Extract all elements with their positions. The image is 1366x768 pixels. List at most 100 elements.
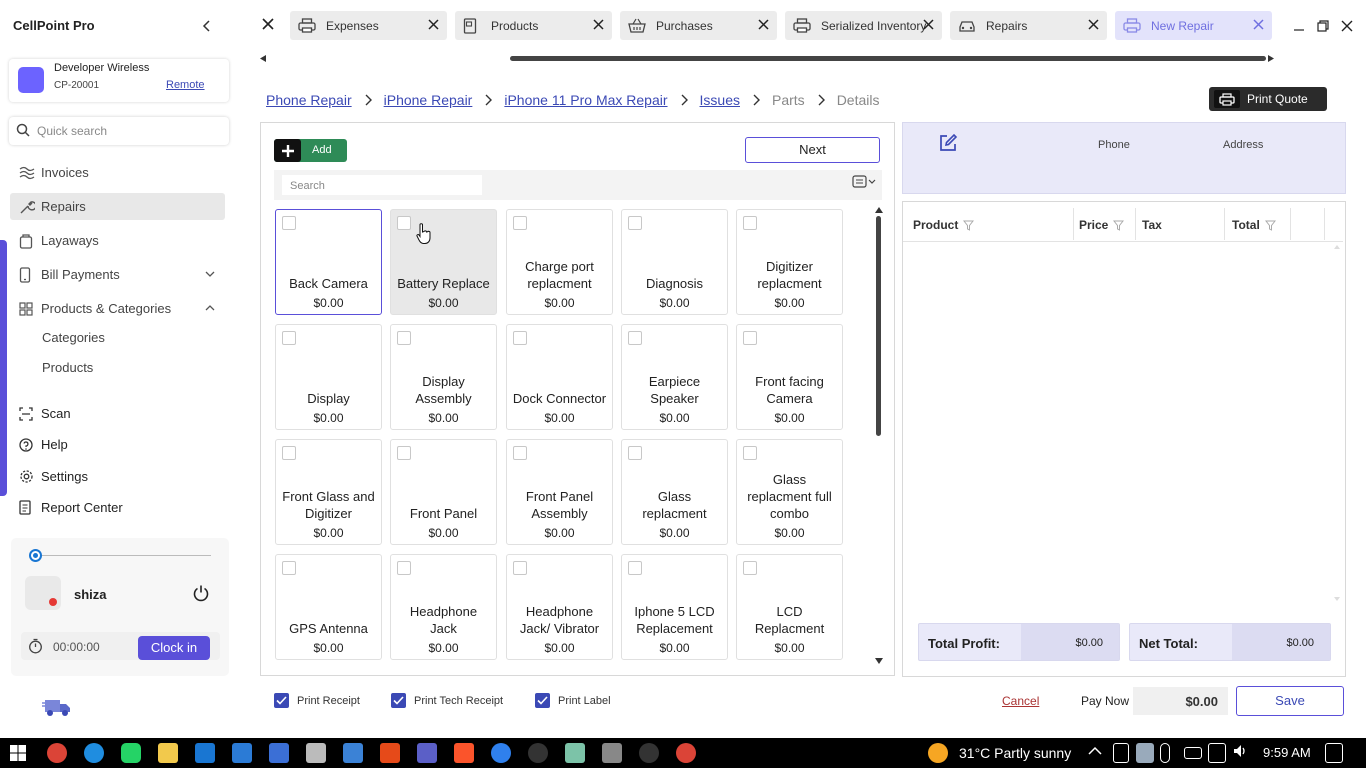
tab-purchases[interactable]: Purchases: [620, 11, 777, 40]
issue-checkbox[interactable]: [743, 216, 757, 230]
sidebar-item-repairs[interactable]: Repairs: [10, 193, 225, 220]
tab-products[interactable]: Products: [455, 11, 612, 40]
clock-in-button[interactable]: Clock in: [138, 636, 210, 660]
issue-card[interactable]: Front facing Camera $0.00: [736, 324, 843, 430]
table-scrollbar[interactable]: [1333, 244, 1341, 604]
onedrive-icon[interactable]: [1136, 743, 1154, 763]
notepad-icon[interactable]: [565, 743, 585, 763]
cellpoint-icon[interactable]: [269, 743, 289, 763]
add-button[interactable]: Add: [274, 139, 347, 162]
issue-card[interactable]: Diagnosis $0.00: [621, 209, 728, 315]
issue-checkbox[interactable]: [628, 446, 642, 460]
close-icon[interactable]: [262, 18, 274, 30]
calculator-icon[interactable]: [602, 743, 622, 763]
sidebar-item-invoices[interactable]: Invoices: [10, 159, 225, 186]
chrome-icon[interactable]: [676, 743, 696, 763]
close-icon[interactable]: [428, 19, 439, 30]
view-options-icon[interactable]: [852, 175, 878, 189]
issue-checkbox[interactable]: [397, 446, 411, 460]
issue-card[interactable]: Headphone Jack $0.00: [390, 554, 497, 660]
close-icon[interactable]: [593, 19, 604, 30]
close-icon[interactable]: [1088, 19, 1099, 30]
print-tech-receipt-checkbox[interactable]: Print Tech Receipt: [391, 693, 503, 708]
power-icon[interactable]: [192, 584, 210, 602]
close-icon[interactable]: [923, 19, 934, 30]
chevron-up-icon[interactable]: [1088, 746, 1104, 766]
column-header-price[interactable]: Price: [1079, 218, 1125, 232]
issue-checkbox[interactable]: [397, 216, 411, 230]
brave-icon[interactable]: [454, 743, 474, 763]
tab-serialized-inventory[interactable]: Serialized Inventory: [785, 11, 942, 40]
issue-checkbox[interactable]: [282, 331, 296, 345]
tab-expenses[interactable]: Expenses: [290, 11, 447, 40]
window-close-icon[interactable]: [1341, 20, 1353, 32]
account-card[interactable]: Developer Wireless CP-20001 Remote: [9, 59, 229, 102]
issue-checkbox[interactable]: [743, 446, 757, 460]
issue-card[interactable]: Front Panel $0.00: [390, 439, 497, 545]
app-icon[interactable]: [306, 743, 326, 763]
notifications-icon[interactable]: [1325, 743, 1343, 763]
issue-card[interactable]: Iphone 5 LCD Replacement $0.00: [621, 554, 728, 660]
issue-card[interactable]: Display Assembly $0.00: [390, 324, 497, 430]
issue-card[interactable]: Battery Replace $0.00: [390, 209, 497, 315]
issue-card[interactable]: Headphone Jack/ Vibrator $0.00: [506, 554, 613, 660]
windows-start-icon[interactable]: [8, 743, 28, 763]
issue-card[interactable]: Front Panel Assembly $0.00: [506, 439, 613, 545]
next-button[interactable]: Next: [745, 137, 880, 163]
tab-new-repair[interactable]: New Repair: [1115, 11, 1272, 40]
print-receipt-checkbox[interactable]: Print Receipt: [274, 693, 360, 708]
issue-checkbox[interactable]: [743, 331, 757, 345]
app-icon[interactable]: [528, 743, 548, 763]
issue-checkbox[interactable]: [397, 561, 411, 575]
app-icon[interactable]: [232, 743, 252, 763]
search-input[interactable]: Search: [282, 175, 482, 195]
sidebar-item-scan[interactable]: Scan: [10, 400, 225, 427]
issue-checkbox[interactable]: [282, 216, 296, 230]
issue-checkbox[interactable]: [282, 561, 296, 575]
column-header-tax[interactable]: Tax: [1142, 218, 1162, 232]
network-icon[interactable]: [1208, 743, 1226, 763]
issue-card[interactable]: GPS Antenna $0.00: [275, 554, 382, 660]
weather-text[interactable]: 31°C Partly sunny: [959, 745, 1071, 761]
filter-icon[interactable]: [1113, 220, 1125, 231]
issue-checkbox[interactable]: [282, 446, 296, 460]
save-button[interactable]: Save: [1236, 686, 1344, 716]
issue-card[interactable]: Front Glass and Digitizer $0.00: [275, 439, 382, 545]
sidebar-item-products-categories[interactable]: Products & Categories: [10, 295, 225, 322]
print-quote-button[interactable]: Print Quote: [1209, 87, 1327, 111]
microphone-icon[interactable]: [1160, 743, 1170, 763]
minimize-icon[interactable]: [1293, 20, 1305, 32]
issue-card[interactable]: Earpiece Speaker $0.00: [621, 324, 728, 430]
filter-icon[interactable]: [963, 220, 975, 231]
sidebar-item-help[interactable]: Help: [10, 431, 225, 458]
teams-icon[interactable]: [417, 743, 437, 763]
issue-checkbox[interactable]: [628, 216, 642, 230]
issue-card[interactable]: Display $0.00: [275, 324, 382, 430]
truck-icon[interactable]: [42, 697, 74, 719]
column-header-total[interactable]: Total: [1232, 218, 1276, 232]
clock-time[interactable]: 9:59 AM: [1263, 745, 1311, 760]
volume-icon[interactable]: [1232, 743, 1248, 763]
issue-card[interactable]: Back Camera $0.00: [275, 209, 382, 315]
cancel-link[interactable]: Cancel: [1002, 694, 1039, 708]
store-icon[interactable]: [195, 743, 215, 763]
tab-scrollbar[interactable]: [259, 54, 1275, 63]
issue-checkbox[interactable]: [513, 561, 527, 575]
issue-checkbox[interactable]: [397, 331, 411, 345]
chrome-icon[interactable]: [47, 743, 67, 763]
issue-checkbox[interactable]: [628, 561, 642, 575]
issue-checkbox[interactable]: [513, 446, 527, 460]
sidebar-item-bill-payments[interactable]: Bill Payments: [10, 261, 225, 288]
issue-checkbox[interactable]: [743, 561, 757, 575]
breadcrumb-model-repair[interactable]: iPhone 11 Pro Max Repair: [504, 92, 667, 108]
issue-card[interactable]: Glass replacment full combo $0.00: [736, 439, 843, 545]
tab-scrollbar-thumb[interactable]: [510, 56, 1266, 61]
issue-checkbox[interactable]: [513, 331, 527, 345]
sidebar-item-settings[interactable]: Settings: [10, 463, 225, 490]
app-icon[interactable]: [380, 743, 400, 763]
issue-card[interactable]: LCD Replacment $0.00: [736, 554, 843, 660]
tray-icon[interactable]: [1113, 743, 1129, 763]
breadcrumb-phone-repair[interactable]: Phone Repair: [266, 92, 352, 108]
app-icon[interactable]: [343, 743, 363, 763]
breadcrumb-issues[interactable]: Issues: [700, 92, 740, 108]
